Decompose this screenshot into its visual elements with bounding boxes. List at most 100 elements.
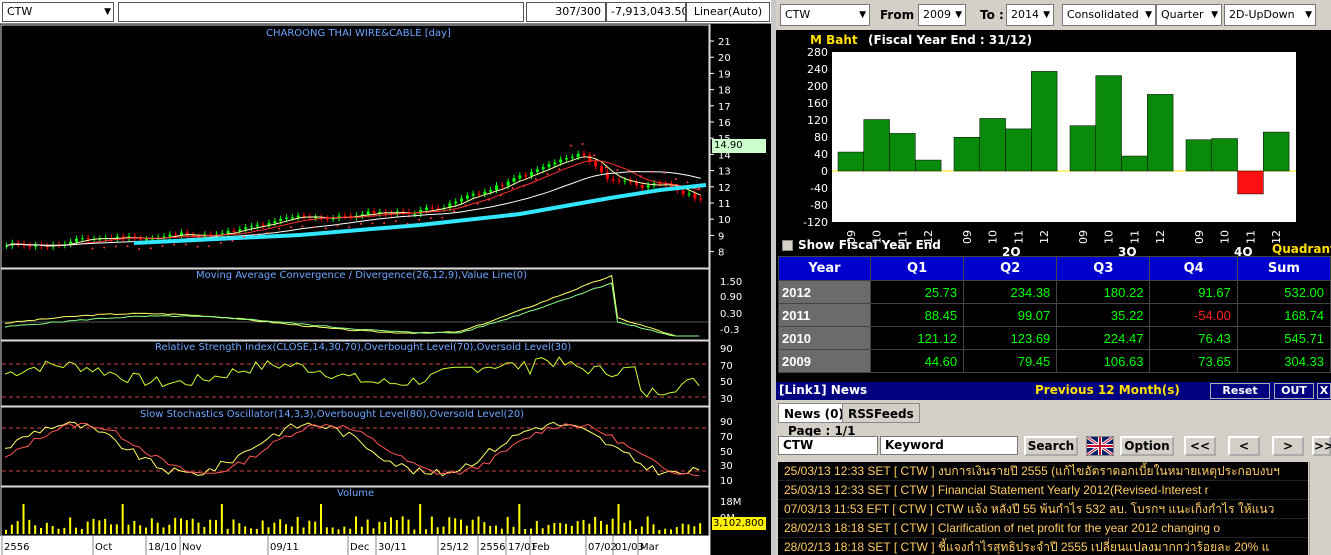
- y-tick-label: 120: [807, 114, 828, 127]
- table-header-row: Year Q1 Q2 Q3 Q4 Sum: [778, 256, 1331, 281]
- quarter-bar: [1121, 155, 1148, 172]
- chart-toolbar: CTW ▼ 307/300 -7,913,043.50 Linear(Auto): [0, 0, 771, 24]
- news-item[interactable]: 07/03/13 11:53 EFT [ CTW ] CTW แจ้ง หลัง…: [778, 500, 1308, 519]
- tab-news[interactable]: News (0): [778, 403, 850, 423]
- date-axis-label: 2556: [4, 542, 29, 553]
- value-cell: 234.38: [963, 280, 1058, 304]
- table-row: 2010 121.12 123.69 224.47 76.43 545.71: [778, 326, 1331, 350]
- chevron-down-icon: ▼: [1211, 10, 1218, 20]
- first-page-button[interactable]: <<: [1184, 436, 1216, 456]
- month-label: 12: [1038, 230, 1051, 244]
- last-volume-badge: 3,102,800: [712, 517, 766, 530]
- col-header-q1: Q1: [869, 256, 965, 281]
- value-cell: 76.43: [1149, 326, 1238, 350]
- stoch-tick-label: 50: [720, 447, 733, 458]
- news-item[interactable]: 25/03/13 12:33 SET [ CTW ] Financial Sta…: [778, 481, 1308, 500]
- quarter-bar: [1263, 131, 1290, 172]
- quarter-bar: [1211, 138, 1238, 172]
- from-year-select[interactable]: 2009 ▼: [918, 4, 966, 26]
- rsi-tick-label: 30: [720, 394, 733, 405]
- date-axis-label: 30/11: [378, 542, 407, 553]
- financial-panel: CTW ▼ From : 2009 ▼ To : 2014 ▼ Consolidate…: [776, 0, 1331, 555]
- col-header-q2: Q2: [963, 256, 1058, 281]
- chevron-down-icon: ▼: [1305, 10, 1312, 20]
- scale-mode-button[interactable]: Linear(Auto): [686, 2, 770, 22]
- price-chart-title: CHAROONG THAI WIRE&CABLE [day]: [266, 28, 451, 39]
- symbol-select[interactable]: CTW ▼: [2, 2, 114, 22]
- date-axis-label: Feb: [532, 542, 550, 553]
- col-header-q3: Q3: [1056, 256, 1151, 281]
- table-row: 2009 44.60 79.45 106.63 73.65 304.33: [778, 349, 1331, 373]
- option-button[interactable]: Option: [1120, 436, 1174, 456]
- news-scrollbar[interactable]: [1309, 462, 1329, 555]
- rsi-tick-label: 50: [720, 377, 733, 388]
- y-tick-label: -120: [803, 216, 828, 229]
- symbol-value: CTW: [7, 5, 33, 18]
- month-label: 11: [1128, 230, 1141, 244]
- search-button[interactable]: Search: [1024, 436, 1078, 456]
- chevron-down-icon: ▼: [859, 10, 866, 20]
- fin-symbol-select[interactable]: CTW ▼: [780, 4, 870, 26]
- technical-chart-svg[interactable]: CHAROONG THAI WIRE&CABLE [day] Moving Av…: [0, 24, 771, 555]
- month-label: 10: [1219, 230, 1232, 244]
- stoch-tick-label: 10: [720, 476, 733, 487]
- quarter-group-label: 2Q: [1002, 245, 1021, 256]
- month-label: 09: [1193, 230, 1206, 244]
- chevron-down-icon: ▼: [955, 10, 962, 20]
- price-tick-label: 20: [718, 53, 731, 64]
- last-price-badge: 14.90: [712, 139, 766, 153]
- date-axis-label: 2556: [480, 542, 505, 553]
- value-cell: 106.63: [1056, 349, 1151, 373]
- period-select[interactable]: Quarter ▼: [1156, 4, 1222, 26]
- quarter-group-label: 3Q: [1118, 245, 1137, 256]
- news-item[interactable]: 25/03/13 12:33 SET [ CTW ] งบการเงินรายป…: [778, 462, 1308, 481]
- uk-flag-icon: [1086, 435, 1114, 457]
- col-header-year: Year: [778, 256, 871, 281]
- news-item[interactable]: 28/02/13 18:18 SET [ CTW ] Clarification…: [778, 519, 1308, 538]
- price-tick-label: 8: [718, 248, 724, 259]
- fin-symbol-value: CTW: [785, 8, 811, 21]
- next-page-button[interactable]: >: [1272, 436, 1304, 456]
- to-year-select[interactable]: 2014 ▼: [1006, 4, 1054, 26]
- quarter-bar: [1005, 128, 1032, 172]
- reset-button[interactable]: Reset: [1210, 383, 1270, 399]
- quarter-bar: [1147, 94, 1174, 172]
- tab-rssfeeds[interactable]: RSSFeeds: [842, 403, 920, 423]
- consolidation-select[interactable]: Consolidated ▼: [1062, 4, 1156, 26]
- keyword-input[interactable]: Keyword: [880, 436, 1018, 455]
- language-flag-icon[interactable]: [1086, 435, 1114, 457]
- out-button[interactable]: OUT: [1274, 383, 1314, 399]
- date-axis-label: Mar: [640, 542, 660, 553]
- y-tick-label: 280: [807, 46, 828, 59]
- year-cell: 2012: [778, 280, 871, 304]
- period-value: Quarter: [1161, 8, 1204, 21]
- table-row: 2011 88.45 99.07 35.22 -54.00 168.74: [778, 303, 1331, 327]
- value-cell: 25.73: [869, 280, 965, 304]
- news-symbol-input[interactable]: CTW: [778, 436, 878, 455]
- col-header-q4: Q4: [1149, 256, 1238, 281]
- volume-title: Volume: [337, 488, 374, 499]
- quarter-bar: [915, 159, 942, 172]
- chevron-down-icon: ▼: [1145, 10, 1152, 20]
- prev-page-button[interactable]: <: [1228, 436, 1260, 456]
- macd-tick-label: 0.30: [720, 309, 742, 320]
- news-header: [Link1] News Previous 12 Month(s) Reset …: [776, 382, 1331, 400]
- chart-mode-select[interactable]: 2D-UpDown ▼: [1224, 4, 1316, 26]
- macd-tick-label: -0.3: [720, 325, 740, 336]
- quarter-bar: [837, 151, 865, 172]
- show-fiscal-year-toggle[interactable]: Show Fiscal Year End: [782, 238, 941, 252]
- value-cell: 121.12: [869, 326, 965, 350]
- checkbox[interactable]: [782, 239, 793, 251]
- news-item[interactable]: 28/02/13 18:18 SET [ CTW ] ชี้แจงกำไรสุท…: [778, 538, 1308, 555]
- close-button[interactable]: X: [1317, 383, 1331, 399]
- price-tick-label: 19: [718, 69, 731, 80]
- month-label: 11: [1012, 230, 1025, 244]
- value-cell: 123.69: [963, 326, 1058, 350]
- macd-title: Moving Average Convergence / Divergence(…: [196, 270, 527, 281]
- chevron-down-icon: ▼: [104, 7, 111, 17]
- macd-tick-label: 0.90: [720, 292, 742, 303]
- value-cell: 180.22: [1056, 280, 1151, 304]
- value-cell: 79.45: [963, 349, 1058, 373]
- last-page-button[interactable]: >>: [1312, 436, 1331, 456]
- price-tick-label: 12: [718, 183, 731, 194]
